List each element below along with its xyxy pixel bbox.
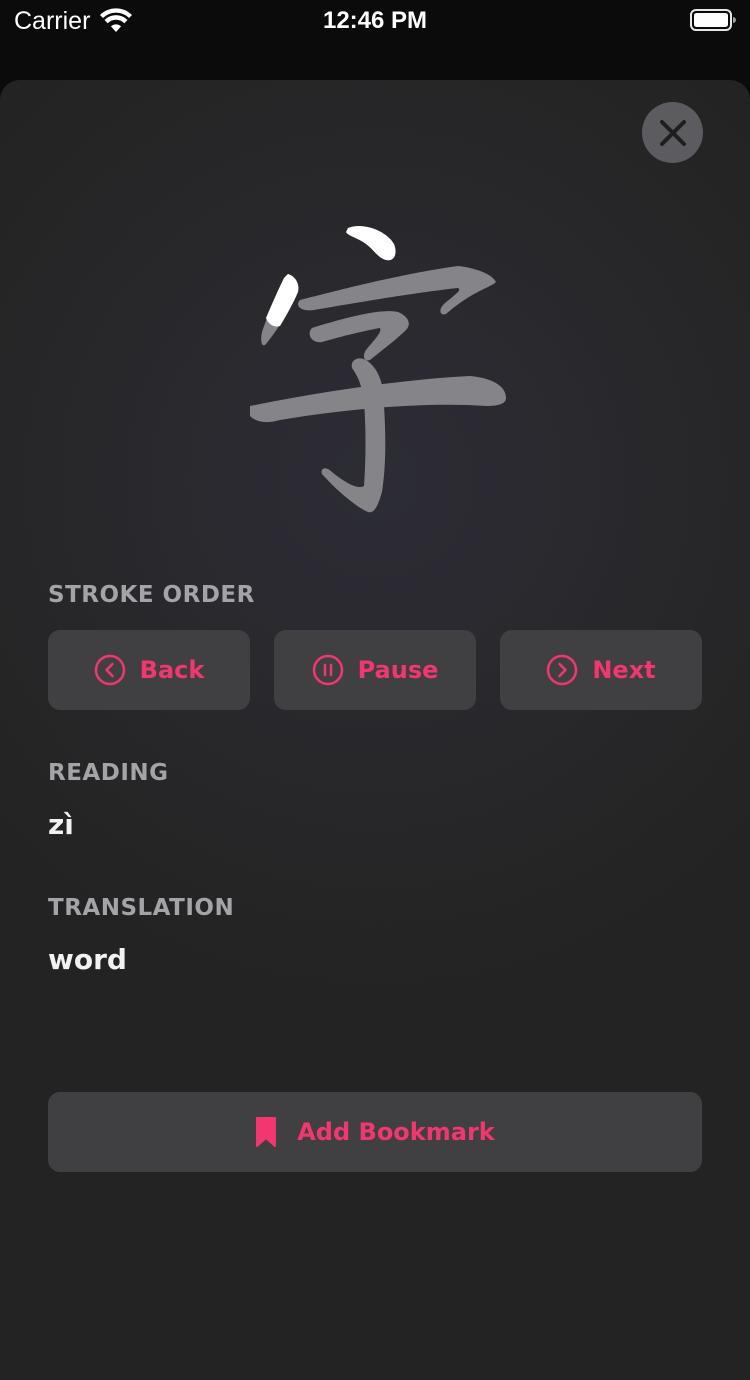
translation-value: word	[48, 943, 127, 976]
character-stroke-1	[346, 225, 396, 261]
clock: 12:46 PM	[322, 7, 428, 34]
next-label: Next	[592, 656, 656, 684]
add-bookmark-label: Add Bookmark	[297, 1118, 495, 1146]
back-button[interactable]: Back	[48, 630, 250, 710]
status-bar: Carrier 12:46 PM	[0, 0, 750, 44]
reading-label: READING	[48, 760, 169, 786]
stroke-order-label: STROKE ORDER	[48, 582, 255, 608]
back-label: Back	[139, 656, 205, 684]
pause-label: Pause	[357, 656, 439, 684]
stroke-order-character	[250, 225, 506, 513]
character-stroke-5	[321, 358, 386, 513]
close-icon	[659, 119, 686, 146]
character-stroke-4	[309, 311, 409, 361]
chevron-right-circle-icon	[547, 654, 578, 686]
pause-circle-icon	[312, 654, 343, 686]
translation-label: TRANSLATION	[48, 895, 235, 921]
chevron-left-circle-icon	[94, 654, 125, 686]
bookmark-icon	[256, 1117, 277, 1147]
next-button[interactable]: Next	[500, 630, 702, 710]
add-bookmark-button[interactable]: Add Bookmark	[48, 1092, 702, 1172]
battery-icon	[690, 9, 736, 31]
close-button[interactable]	[642, 102, 703, 163]
character-detail-sheet: STROKE ORDER Back Pause Next READING zì …	[0, 80, 750, 1380]
character-stroke-3	[297, 266, 496, 315]
pause-button[interactable]: Pause	[274, 630, 476, 710]
reading-value: zì	[48, 808, 74, 841]
